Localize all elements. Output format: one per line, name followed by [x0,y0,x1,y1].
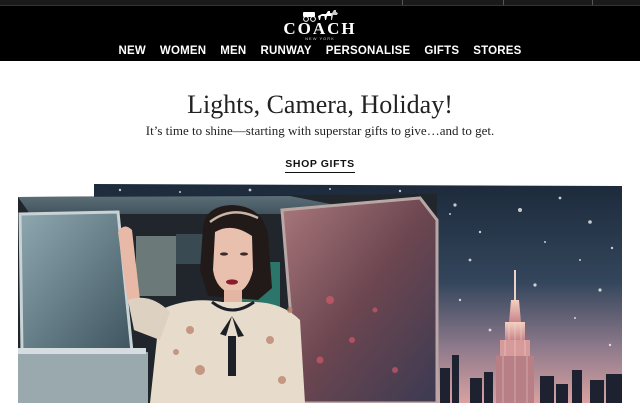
hero-image[interactable] [0,0,640,403]
car-scene-panel [18,194,439,403]
